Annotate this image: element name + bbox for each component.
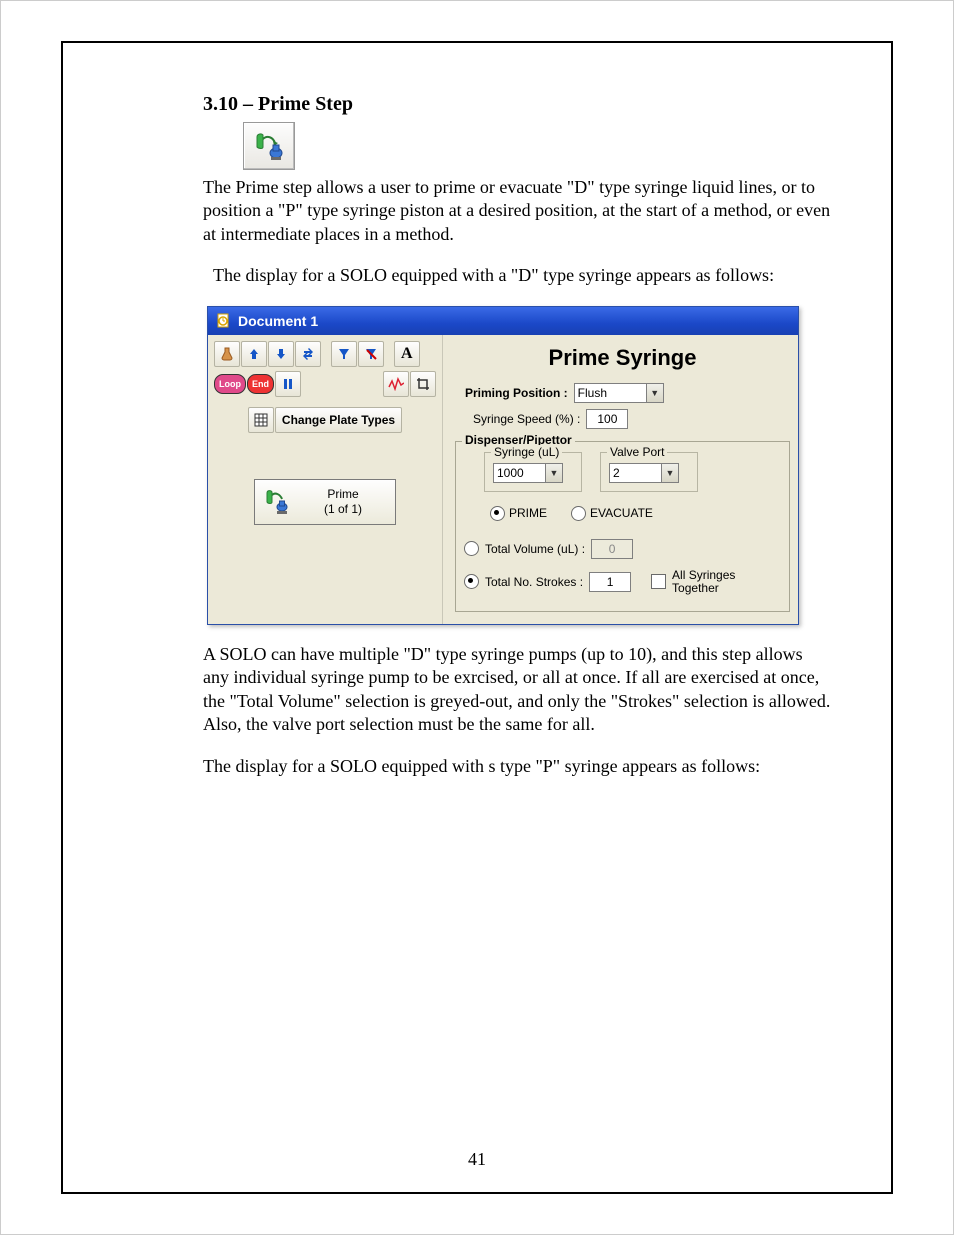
all-syringes-label: All Syringes Together bbox=[672, 569, 735, 595]
app-body: A Loop End bbox=[208, 335, 798, 624]
app-window: Document 1 bbox=[207, 306, 799, 625]
total-volume-input: 0 bbox=[591, 539, 633, 559]
step-card-prime[interactable]: Prime (1 of 1) bbox=[254, 479, 396, 525]
evacuate-radio-label: EVACUATE bbox=[590, 506, 653, 520]
toolbar-row-1: A bbox=[214, 341, 436, 367]
section-heading: 3.10 – Prime Step bbox=[203, 93, 831, 116]
row-syringe-speed: Syringe Speed (%) : 100 bbox=[473, 409, 790, 429]
filter-clear-icon[interactable] bbox=[358, 341, 384, 367]
end-button[interactable]: End bbox=[247, 374, 274, 394]
dispenser-pipettor-group: Dispenser/Pipettor Syringe (uL) 1000 ▼ bbox=[455, 441, 790, 612]
row-total-volume: Total Volume (uL) : 0 bbox=[464, 539, 781, 559]
prime-icon bbox=[261, 487, 291, 517]
grid-icon[interactable] bbox=[248, 407, 274, 433]
panel-title: Prime Syringe bbox=[455, 345, 790, 371]
paragraph-4: The display for a SOLO equipped with s t… bbox=[203, 755, 831, 778]
toolbar-row-2: Loop End bbox=[214, 371, 436, 397]
total-volume-label: Total Volume (uL) : bbox=[485, 542, 585, 556]
window-title: Document 1 bbox=[238, 313, 318, 329]
valve-port-combo[interactable]: 2 ▼ bbox=[609, 463, 679, 483]
priming-position-combo[interactable]: Flush ▼ bbox=[574, 383, 664, 403]
step-card-title: Prime bbox=[327, 487, 358, 501]
valve-port-value: 2 bbox=[613, 466, 620, 480]
total-strokes-label: Total No. Strokes : bbox=[485, 575, 583, 589]
document-icon bbox=[216, 313, 232, 329]
total-strokes-input[interactable]: 1 bbox=[589, 572, 631, 592]
total-strokes-radio[interactable] bbox=[464, 574, 479, 589]
syringe-ul-subgroup: Syringe (uL) 1000 ▼ bbox=[484, 452, 582, 492]
page-frame: 3.10 – Prime Step The Prime step allows … bbox=[61, 41, 893, 1194]
row-prime-evacuate: PRIME EVACUATE bbox=[490, 506, 781, 521]
paragraph-3: A SOLO can have multiple "D" type syring… bbox=[203, 643, 831, 737]
evacuate-radio[interactable] bbox=[571, 506, 586, 521]
text-tool-icon[interactable]: A bbox=[394, 341, 420, 367]
page-number: 41 bbox=[63, 1149, 891, 1170]
syringe-ul-legend: Syringe (uL) bbox=[491, 445, 562, 459]
syringe-ul-value: 1000 bbox=[497, 466, 524, 480]
crop-icon[interactable] bbox=[410, 371, 436, 397]
priming-position-value: Flush bbox=[578, 386, 607, 400]
valve-port-subgroup: Valve Port 2 ▼ bbox=[600, 452, 698, 492]
arrow-up-icon[interactable] bbox=[241, 341, 267, 367]
titlebar: Document 1 bbox=[208, 307, 798, 335]
step-card-text: Prime (1 of 1) bbox=[297, 487, 389, 516]
all-syringes-checkbox[interactable] bbox=[651, 574, 666, 589]
pause-icon[interactable] bbox=[275, 371, 301, 397]
row-total-strokes: Total No. Strokes : 1 All Syringes Toget… bbox=[464, 569, 781, 595]
total-volume-radio[interactable] bbox=[464, 541, 479, 556]
row-priming-position: Priming Position : Flush ▼ bbox=[465, 383, 790, 403]
filter-icon[interactable] bbox=[331, 341, 357, 367]
prime-radio[interactable] bbox=[490, 506, 505, 521]
paragraph-1: The Prime step allows a user to prime or… bbox=[203, 176, 831, 246]
step-card-subtitle: (1 of 1) bbox=[324, 502, 362, 516]
syringe-speed-input[interactable]: 100 bbox=[586, 409, 628, 429]
page-sheet: 3.10 – Prime Step The Prime step allows … bbox=[0, 0, 954, 1235]
priming-position-label: Priming Position : bbox=[465, 386, 568, 400]
right-pane: Prime Syringe Priming Position : Flush ▼… bbox=[443, 335, 798, 624]
prime-step-icon bbox=[243, 122, 295, 170]
loop-button[interactable]: Loop bbox=[214, 374, 246, 394]
left-pane: A Loop End bbox=[208, 335, 443, 624]
arrow-down-icon[interactable] bbox=[268, 341, 294, 367]
syringe-speed-label: Syringe Speed (%) : bbox=[473, 412, 580, 426]
chevron-down-icon: ▼ bbox=[661, 464, 678, 482]
toolbar-row-3: Change Plate Types bbox=[214, 407, 436, 433]
syringe-ul-combo[interactable]: 1000 ▼ bbox=[493, 463, 563, 483]
flask-icon[interactable] bbox=[214, 341, 240, 367]
swap-icon[interactable] bbox=[295, 341, 321, 367]
paragraph-2: The display for a SOLO equipped with a "… bbox=[213, 264, 831, 287]
change-plate-types-button[interactable]: Change Plate Types bbox=[275, 407, 402, 433]
chevron-down-icon: ▼ bbox=[646, 384, 663, 402]
chevron-down-icon: ▼ bbox=[545, 464, 562, 482]
valve-port-legend: Valve Port bbox=[607, 445, 667, 459]
signal-icon[interactable] bbox=[383, 371, 409, 397]
prime-radio-label: PRIME bbox=[509, 506, 547, 520]
